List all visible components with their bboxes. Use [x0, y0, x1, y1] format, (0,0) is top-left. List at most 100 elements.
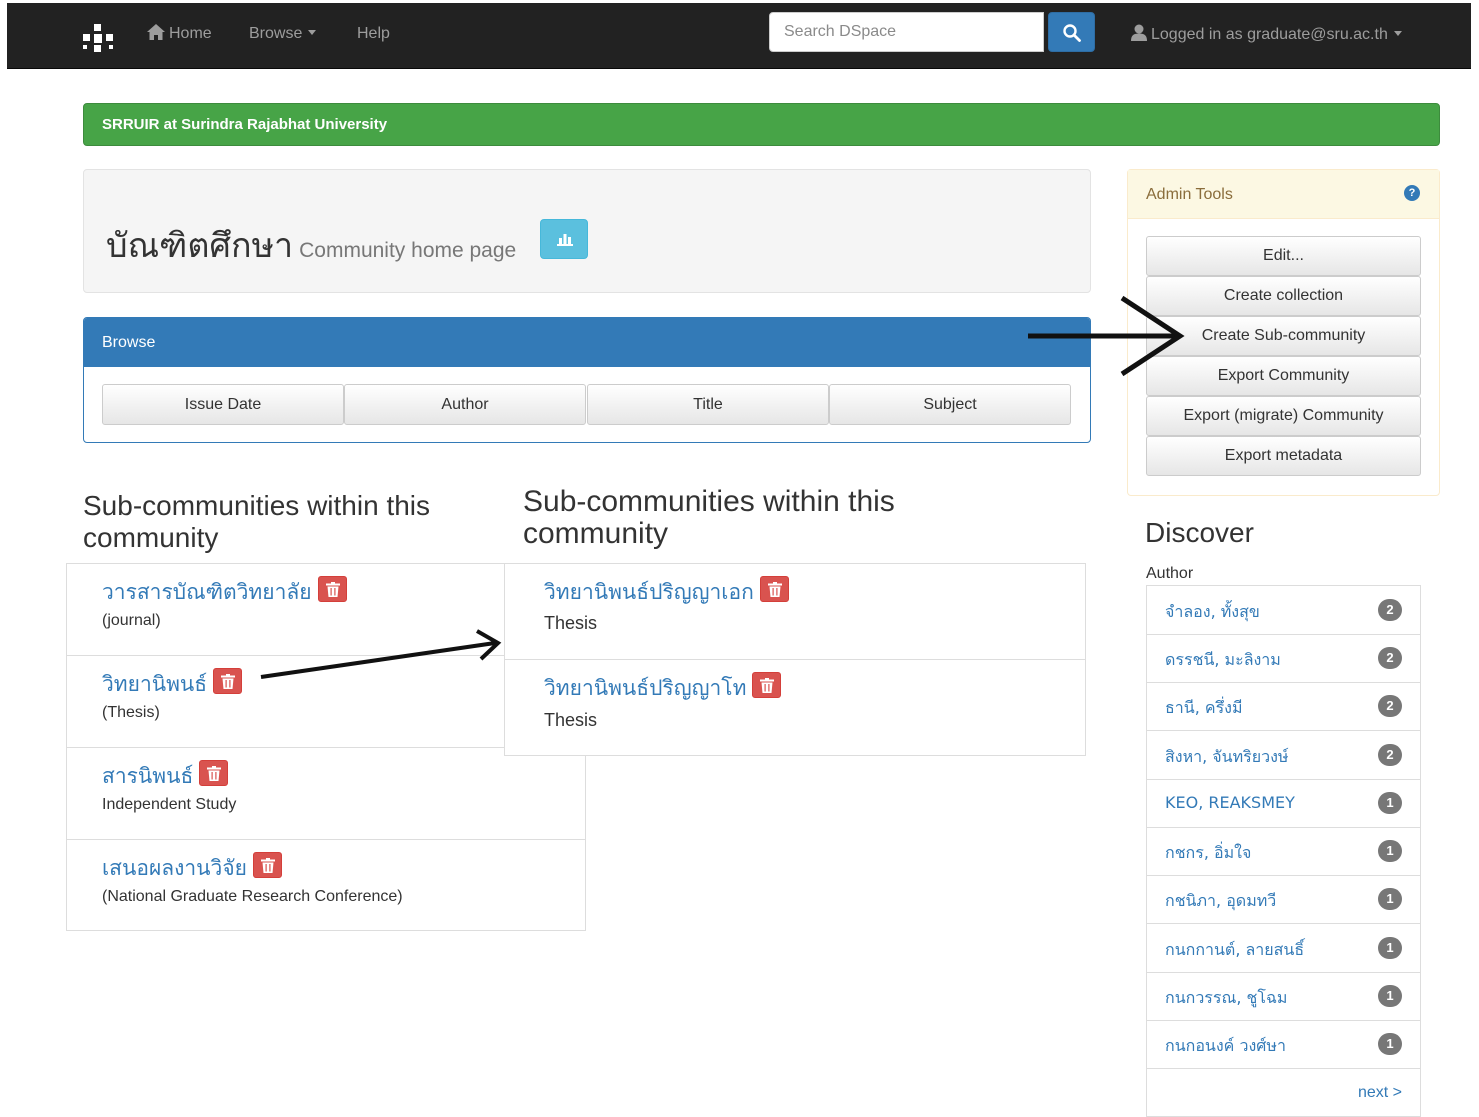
- facet-name: กชกร, อิ่มใจ: [1165, 843, 1252, 862]
- facet-item[interactable]: จำลอง, ทั้งสุข 2: [1147, 586, 1420, 635]
- subcommunity-link[interactable]: สารนิพนธ์: [102, 764, 193, 788]
- community-name: บัณฑิตศึกษา: [106, 226, 294, 266]
- delete-button[interactable]: [759, 576, 789, 602]
- nav-help-link[interactable]: Help: [357, 24, 390, 44]
- page-subtitle: Community home page: [299, 239, 517, 262]
- list-item-title: วิทยานิพนธ์: [102, 668, 243, 701]
- facet-name: ธานี, ครึ่งมี: [1165, 698, 1243, 717]
- subcommunities-list: วิทยานิพนธ์ปริญญาเอก Thesis วิทยานิพนธ์ป…: [504, 563, 1086, 756]
- trash-icon: [221, 674, 236, 689]
- nav-help-label: Help: [357, 25, 390, 42]
- list-item: วิทยานิพนธ์ปริญญาโท Thesis: [505, 660, 1085, 756]
- subcommunity-description: Thesis: [544, 613, 598, 633]
- list-item: วิทยานิพนธ์ปริญญาเอก Thesis: [505, 564, 1085, 660]
- home-icon: [147, 24, 165, 40]
- browse-title-button[interactable]: Title: [587, 384, 829, 425]
- subcommunity-description: (National Graduate Research Conference): [102, 888, 403, 905]
- browse-panel-heading: Browse: [84, 318, 1090, 367]
- search-button[interactable]: [1048, 12, 1095, 52]
- count-badge: 1: [1378, 985, 1402, 1007]
- admin-tools-title: Admin Tools: [1146, 186, 1233, 203]
- facet-item[interactable]: กชนิภา, อุดมทวี 1: [1147, 875, 1420, 924]
- search-input[interactable]: [769, 12, 1044, 52]
- user-menu-dropdown[interactable]: Logged in as graduate@sru.ac.th: [1131, 24, 1402, 45]
- count-badge: 2: [1378, 647, 1402, 669]
- facet-item[interactable]: ธานี, ครึ่งมี 2: [1147, 682, 1420, 731]
- annotation-arrow-icon: [260, 629, 502, 679]
- community-header: บัณฑิตศึกษา Community home page: [83, 169, 1091, 293]
- help-icon[interactable]: ?: [1404, 185, 1420, 201]
- export-migrate-community-button[interactable]: Export (migrate) Community: [1146, 396, 1421, 436]
- subcommunity-link[interactable]: วิทยานิพนธ์: [102, 672, 207, 696]
- caret-down-icon: [308, 30, 317, 35]
- facet-item[interactable]: กนกวรรณ, ชูโฉม 1: [1147, 972, 1420, 1021]
- count-badge: 1: [1378, 1033, 1402, 1055]
- facet-name: ดรรชนี, มะลิงาม: [1165, 650, 1281, 669]
- bar-chart-icon: [557, 234, 573, 246]
- subcommunity-description: (journal): [102, 612, 161, 629]
- trash-icon: [760, 678, 775, 693]
- nav-home-link[interactable]: Home: [147, 24, 212, 44]
- facet-item[interactable]: KEO, REAKSMEY 1: [1147, 779, 1420, 828]
- list-item: เสนอผลงานวิจัย (National Graduate Resear…: [67, 840, 585, 932]
- facet-item[interactable]: ดรรชนี, มะลิงาม 2: [1147, 634, 1420, 683]
- export-metadata-button[interactable]: Export metadata: [1146, 436, 1421, 476]
- trash-icon: [260, 858, 275, 873]
- browse-panel: Browse Issue Date Author Title Subject: [83, 317, 1091, 443]
- facet-name: กนกอนงค์ วงศ์ษา: [1165, 1036, 1286, 1055]
- browse-subject-button[interactable]: Subject: [829, 384, 1071, 425]
- list-item-title: สารนิพนธ์: [102, 760, 229, 793]
- count-badge: 2: [1378, 744, 1402, 766]
- subcommunity-description: Independent Study: [102, 796, 237, 813]
- facet-name: กชนิภา, อุดมทวี: [1165, 891, 1277, 910]
- author-facet-list: จำลอง, ทั้งสุข 2 ดรรชนี, มะลิงาม 2 ธานี, ค…: [1146, 585, 1421, 1117]
- subcommunity-link[interactable]: วารสารบัณฑิตวิทยาลัย: [102, 580, 312, 604]
- count-badge: 1: [1378, 792, 1402, 814]
- facet-item[interactable]: กนกอนงค์ วงศ์ษา 1: [1147, 1020, 1420, 1069]
- delete-button[interactable]: [252, 852, 282, 878]
- subcommunity-link[interactable]: เสนอผลงานวิจัย: [102, 856, 247, 880]
- facet-name: กนกวรรณ, ชูโฉม: [1165, 988, 1288, 1007]
- facet-name: จำลอง, ทั้งสุข: [1165, 602, 1260, 621]
- count-badge: 2: [1378, 599, 1402, 621]
- nav-browse-dropdown[interactable]: Browse: [249, 24, 317, 44]
- subcommunity-link[interactable]: วิทยานิพนธ์ปริญญาเอก: [544, 580, 754, 604]
- facet-next-link[interactable]: next >: [1358, 1084, 1402, 1102]
- browse-issue-date-button[interactable]: Issue Date: [102, 384, 344, 425]
- count-badge: 1: [1378, 888, 1402, 910]
- user-icon: [1131, 24, 1147, 41]
- discover-heading: Discover: [1145, 517, 1254, 548]
- delete-button[interactable]: [752, 672, 782, 698]
- facet-item[interactable]: กชกร, อิ่มใจ 1: [1147, 827, 1420, 876]
- delete-button[interactable]: [317, 576, 347, 602]
- facet-heading-author: Author: [1146, 565, 1194, 582]
- delete-button[interactable]: [213, 668, 243, 694]
- nav-home-label: Home: [169, 25, 212, 42]
- list-item-title: วารสารบัณฑิตวิทยาลัย: [102, 576, 347, 609]
- breadcrumb: SRRUIR at Surindra Rajabhat University: [83, 103, 1440, 146]
- count-badge: 1: [1378, 840, 1402, 862]
- annotation-arrow-icon: [1028, 295, 1185, 377]
- breadcrumb-item-home[interactable]: SRRUIR at Surindra Rajabhat University: [102, 116, 387, 133]
- facet-item[interactable]: สิงหา, จันทริยวงษ์ 2: [1147, 731, 1420, 780]
- dspace-logo-icon[interactable]: [83, 24, 113, 52]
- subcommunity-link[interactable]: วิทยานิพนธ์ปริญญาโท: [544, 676, 746, 700]
- count-badge: 2: [1378, 695, 1402, 717]
- browse-author-button[interactable]: Author: [344, 384, 586, 425]
- edit-button[interactable]: Edit...: [1146, 236, 1421, 276]
- facet-item[interactable]: กนกกานต์, ลายสนธิ์ 1: [1147, 924, 1420, 973]
- trash-icon: [325, 582, 340, 597]
- top-navbar: Home Browse Help Logged in as graduate@s…: [7, 3, 1471, 69]
- caret-down-icon: [1393, 31, 1402, 36]
- delete-button[interactable]: [199, 760, 229, 786]
- list-item-title: วิทยานิพนธ์ปริญญาเอก: [544, 576, 789, 609]
- admin-tools-heading: Admin Tools ?: [1128, 170, 1439, 219]
- list-item-title: วิทยานิพนธ์ปริญญาโท: [544, 672, 782, 705]
- statistics-button[interactable]: [540, 219, 588, 259]
- list-item-title: เสนอผลงานวิจัย: [102, 852, 282, 885]
- user-label: Logged in as graduate@sru.ac.th: [1151, 26, 1388, 43]
- page-title: บัณฑิตศึกษา Community home page: [106, 218, 516, 272]
- search-icon: [1063, 24, 1081, 42]
- subcommunity-description: Thesis: [544, 710, 598, 730]
- subcommunities-heading: Sub-communities within this community: [83, 490, 431, 553]
